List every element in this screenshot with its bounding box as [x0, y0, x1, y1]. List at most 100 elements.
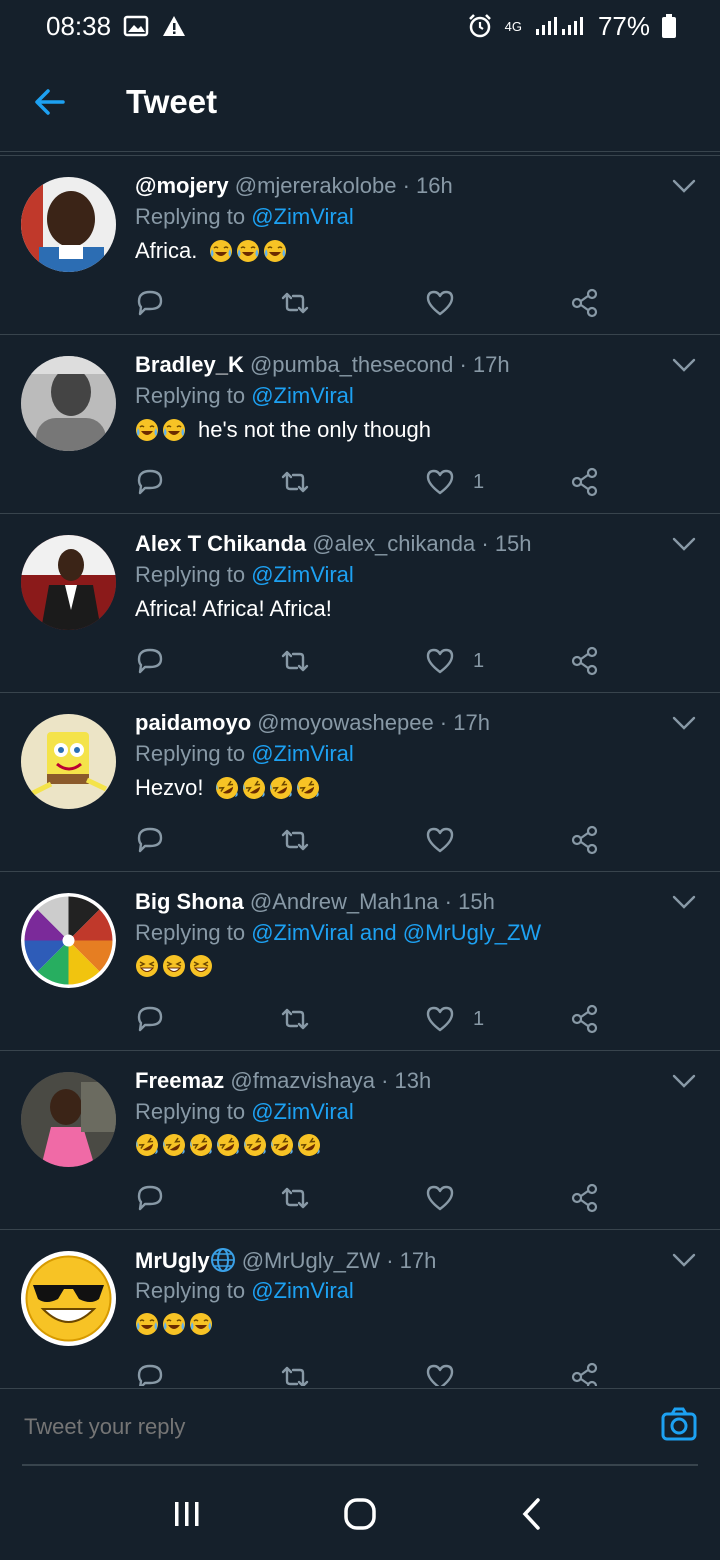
recent-apps-icon[interactable]	[167, 1494, 207, 1534]
tweet-item[interactable]: paidamoyo @moyowashepee · 17h Replying t…	[0, 693, 720, 872]
display-name[interactable]: paidamoyo	[135, 710, 251, 735]
rofl-emoji	[217, 1134, 239, 1156]
chevron-down-icon[interactable]	[670, 713, 698, 733]
rofl-emoji	[270, 777, 293, 799]
avatar[interactable]	[21, 1072, 116, 1167]
back-nav-icon[interactable]	[513, 1494, 553, 1534]
like-button[interactable]: 1	[425, 999, 484, 1039]
retweet-button[interactable]	[280, 820, 310, 860]
home-icon[interactable]	[340, 1494, 380, 1534]
tweet-header: Big Shona @Andrew_Mah1na · 15h	[135, 889, 495, 915]
avatar[interactable]	[21, 1251, 116, 1346]
share-button[interactable]	[570, 462, 600, 502]
retweet-button[interactable]	[280, 283, 310, 323]
retweet-button[interactable]	[280, 1357, 310, 1386]
mention-link[interactable]: @ZimViral	[251, 204, 354, 229]
share-button[interactable]	[570, 1357, 600, 1386]
tweet-actions	[0, 1178, 720, 1218]
share-button[interactable]	[570, 283, 600, 323]
like-count: 1	[473, 1007, 485, 1030]
reply-button[interactable]	[135, 999, 165, 1039]
retweet-icon	[281, 1008, 309, 1030]
mention-link[interactable]: @ZimViral	[251, 1099, 354, 1124]
chevron-down-icon[interactable]	[670, 892, 698, 912]
retweet-icon	[281, 292, 309, 314]
chevron-down-icon[interactable]	[670, 355, 698, 375]
chevron-down-icon[interactable]	[670, 176, 698, 196]
reply-button[interactable]	[135, 1357, 165, 1386]
share-button[interactable]	[570, 1178, 600, 1218]
display-name[interactable]: @mojery	[135, 173, 229, 198]
share-button[interactable]	[570, 820, 600, 860]
like-button[interactable]	[425, 820, 473, 860]
replying-prefix: Replying to	[135, 383, 246, 408]
replying-to-line: Replying to @ZimViral	[135, 1099, 354, 1125]
retweet-icon	[281, 1187, 309, 1209]
camera-icon[interactable]	[660, 1405, 698, 1443]
chevron-down-icon[interactable]	[670, 534, 698, 554]
avatar[interactable]	[21, 535, 116, 630]
mention-link[interactable]: @ZimViral	[251, 1278, 354, 1303]
like-button[interactable]: 1	[425, 641, 484, 681]
chevron-down-icon[interactable]	[670, 1250, 698, 1270]
grinning-squint-emoji	[190, 955, 212, 977]
retweet-button[interactable]	[280, 1178, 310, 1218]
avatar[interactable]	[21, 356, 116, 451]
display-name[interactable]: Alex T Chikanda	[135, 531, 306, 556]
tweet-item[interactable]: @mojery @mjererakolobe · 16h Replying to…	[0, 156, 720, 335]
avatar[interactable]	[21, 177, 116, 272]
rofl-emoji	[298, 1134, 320, 1156]
tweet-item[interactable]: Alex T Chikanda @alex_chikanda · 15h Rep…	[0, 514, 720, 693]
replying-to-line: Replying to @ZimViral	[135, 562, 354, 588]
like-button[interactable]	[425, 283, 473, 323]
display-name[interactable]: Big Shona	[135, 889, 244, 914]
reply-button[interactable]	[135, 462, 165, 502]
retweet-button[interactable]	[280, 641, 310, 681]
heart-icon	[426, 827, 454, 853]
like-button[interactable]: 1	[425, 462, 484, 502]
reply-button[interactable]	[135, 1178, 165, 1218]
tweet-item[interactable]: Bradley_K @pumba_thesecond · 17h Replyin…	[0, 335, 720, 514]
tweet-item[interactable]: Big Shona @Andrew_Mah1na · 15h Replying …	[0, 872, 720, 1051]
tweet-actions: 1	[0, 641, 720, 681]
replying-to-line: Replying to @ZimViral	[135, 741, 354, 767]
like-button[interactable]	[425, 1178, 473, 1218]
replying-prefix: Replying to	[135, 562, 246, 587]
rofl-emoji	[216, 777, 239, 799]
mention-link[interactable]: @ZimViral	[251, 741, 354, 766]
reply-feed[interactable]: @mojery @mjererakolobe · 16h Replying to…	[0, 155, 720, 1386]
mention-link[interactable]: @ZimViral	[251, 562, 354, 587]
heart-icon	[426, 1364, 454, 1386]
app-bar: Tweet	[0, 52, 720, 152]
tweet-text-content: Hezvo!	[135, 775, 204, 800]
display-name[interactable]: Bradley_K	[135, 352, 244, 377]
reply-button[interactable]	[135, 283, 165, 323]
display-name[interactable]: Freemaz	[135, 1068, 224, 1093]
back-button[interactable]	[18, 70, 82, 134]
tweet-item[interactable]: MrUgly @MrUgly_ZW · 17h Replying to @Zim…	[0, 1230, 720, 1386]
mention-link[interactable]: @ZimViral	[251, 383, 354, 408]
reply-icon	[137, 290, 163, 316]
retweet-icon	[281, 650, 309, 672]
reply-button[interactable]	[135, 641, 165, 681]
reply-button[interactable]	[135, 820, 165, 860]
system-nav-bar	[0, 1468, 720, 1560]
share-button[interactable]	[570, 999, 600, 1039]
avatar[interactable]	[21, 893, 116, 988]
globe-icon	[210, 1248, 235, 1272]
display-name[interactable]: MrUgly	[135, 1248, 210, 1273]
replying-prefix: Replying to	[135, 1099, 246, 1124]
tweet-actions	[0, 1357, 720, 1386]
tears-of-joy-emoji	[210, 240, 233, 262]
reply-icon	[137, 648, 163, 674]
reply-input[interactable]	[22, 1407, 626, 1447]
tweet-item[interactable]: Freemaz @fmazvishaya · 13h Replying to @…	[0, 1051, 720, 1230]
avatar[interactable]	[21, 714, 116, 809]
retweet-button[interactable]	[280, 999, 310, 1039]
grinning-squint-emoji	[163, 955, 185, 977]
chevron-down-icon[interactable]	[670, 1071, 698, 1091]
mention-link[interactable]: @ZimViral and @MrUgly_ZW	[251, 920, 541, 945]
like-button[interactable]	[425, 1357, 473, 1386]
share-button[interactable]	[570, 641, 600, 681]
retweet-button[interactable]	[280, 462, 310, 502]
